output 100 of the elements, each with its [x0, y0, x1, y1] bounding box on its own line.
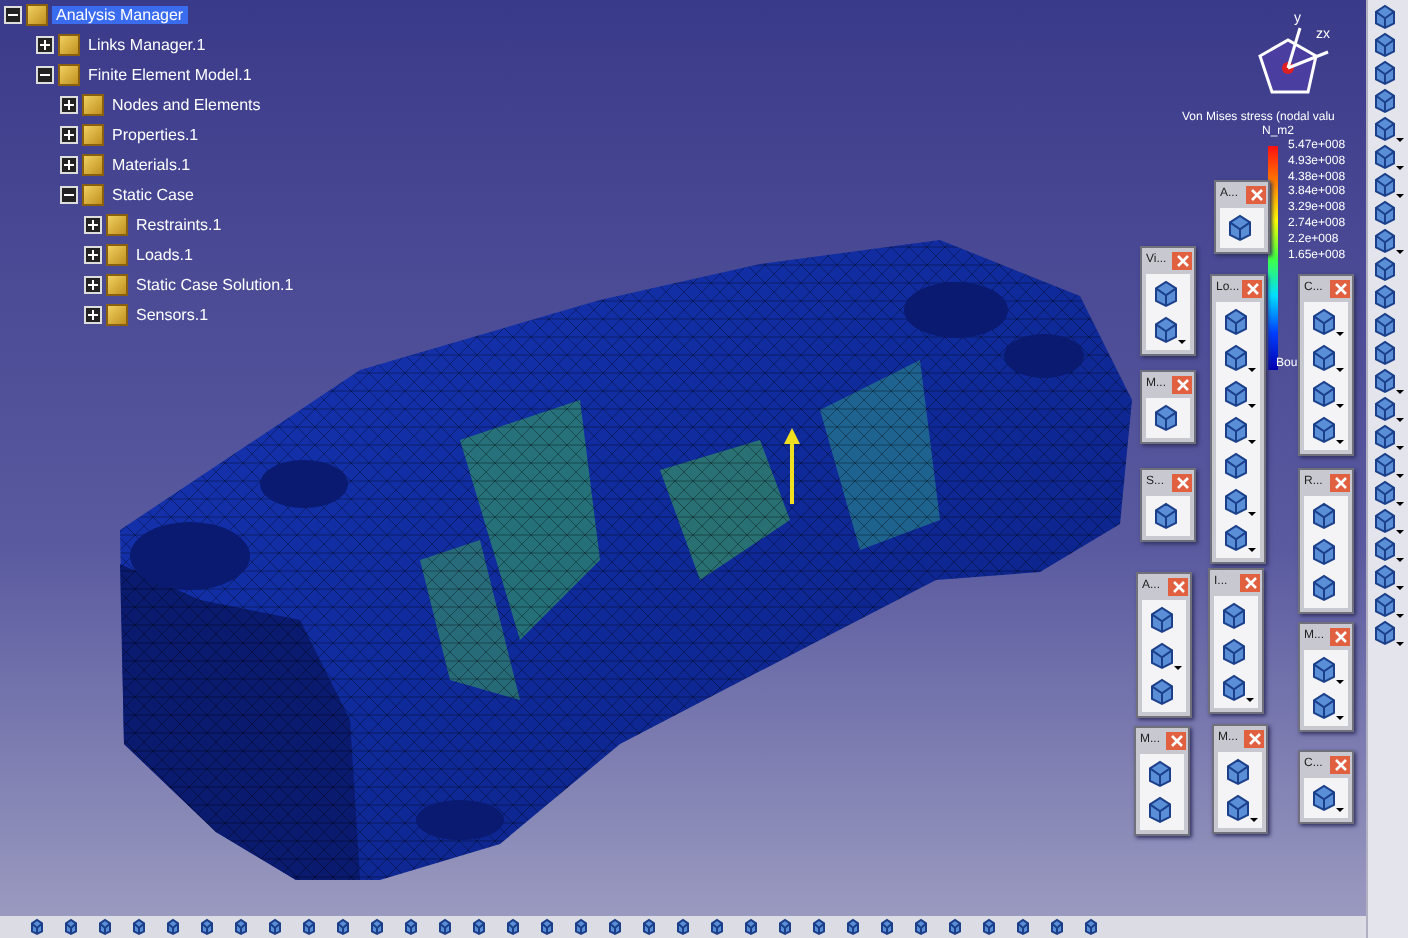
tool-button[interactable]	[1372, 144, 1404, 170]
tree-node-icon	[82, 154, 104, 176]
close-button[interactable]	[1330, 473, 1350, 491]
tool-button[interactable]	[1223, 794, 1257, 822]
expand-toggle[interactable]	[84, 216, 102, 234]
expand-toggle[interactable]	[36, 36, 54, 54]
close-button[interactable]	[1166, 731, 1186, 749]
tool-button[interactable]	[1221, 380, 1255, 408]
dropdown-arrow-icon	[1396, 586, 1404, 590]
tool-button[interactable]	[1372, 368, 1404, 394]
expand-toggle[interactable]	[60, 126, 78, 144]
collapse-toggle[interactable]	[36, 66, 54, 84]
dropdown-arrow-icon	[1335, 716, 1343, 720]
tree-item[interactable]: Static Case Solution.1	[132, 276, 298, 294]
close-button[interactable]	[1172, 375, 1192, 393]
tree-item[interactable]: Finite Element Model.1	[84, 66, 256, 84]
tool-button[interactable]	[1372, 564, 1404, 590]
tree-item[interactable]: Materials.1	[108, 156, 195, 174]
close-button[interactable]	[1168, 577, 1188, 595]
tool-button[interactable]	[1309, 380, 1343, 408]
collapse-toggle[interactable]	[4, 6, 22, 24]
tree-item[interactable]: Nodes and Elements	[108, 96, 265, 114]
dropdown-arrow-icon	[1247, 512, 1255, 516]
tool-button[interactable]	[1309, 308, 1343, 336]
tool-button[interactable]	[1372, 172, 1404, 198]
tool-button[interactable]	[1147, 642, 1181, 670]
tool-button[interactable]	[1309, 416, 1343, 444]
tool-button[interactable]	[1372, 536, 1404, 562]
tool-button[interactable]	[1221, 416, 1255, 444]
close-button[interactable]	[1240, 573, 1260, 591]
dropdown-arrow-icon	[1396, 474, 1404, 478]
cube-icon	[1223, 794, 1251, 822]
close-button[interactable]	[1242, 279, 1262, 297]
close-icon	[1333, 629, 1347, 643]
tool-button[interactable]	[1372, 480, 1404, 506]
cube-icon	[62, 918, 80, 936]
tree-item[interactable]: Properties.1	[108, 126, 203, 144]
tool-button[interactable]	[1309, 344, 1343, 372]
tool-button[interactable]	[1372, 116, 1404, 142]
tree-node-icon	[106, 304, 128, 326]
cube-icon	[810, 918, 828, 936]
close-button[interactable]	[1246, 185, 1266, 203]
tree-item[interactable]: Loads.1	[132, 246, 197, 264]
collapse-toggle[interactable]	[60, 186, 78, 204]
close-button[interactable]	[1172, 473, 1192, 491]
close-button[interactable]	[1330, 755, 1350, 773]
cube-icon	[28, 918, 46, 936]
close-button[interactable]	[1330, 627, 1350, 645]
tree-item[interactable]: Restraints.1	[132, 216, 226, 234]
cube-icon	[1309, 380, 1337, 408]
tool-button[interactable]	[1151, 316, 1185, 344]
cube-icon	[1309, 574, 1337, 602]
tool-button[interactable]	[1309, 784, 1343, 812]
tool-button[interactable]	[1309, 692, 1343, 720]
cube-icon	[1014, 918, 1032, 936]
expand-toggle[interactable]	[60, 156, 78, 174]
cube-icon	[198, 918, 216, 936]
tool-button[interactable]	[1372, 592, 1404, 618]
dropdown-arrow-icon	[1335, 368, 1343, 372]
close-button[interactable]	[1244, 729, 1264, 747]
tool-button[interactable]	[1221, 344, 1255, 372]
cube-icon	[1372, 480, 1398, 506]
cube-icon	[640, 918, 658, 936]
tool-button[interactable]	[1372, 620, 1404, 646]
dropdown-arrow-icon	[1335, 808, 1343, 812]
tool-button[interactable]	[1372, 396, 1404, 422]
cube-icon	[572, 918, 590, 936]
close-button[interactable]	[1330, 279, 1350, 297]
cube-icon	[1372, 368, 1398, 394]
close-icon	[1175, 377, 1189, 391]
close-button[interactable]	[1172, 251, 1192, 269]
tool-button[interactable]	[1372, 452, 1404, 478]
tool-button[interactable]	[1372, 228, 1404, 254]
cube-icon	[1221, 416, 1249, 444]
tree-item[interactable]: Analysis Manager	[52, 6, 188, 24]
cube-icon	[606, 918, 624, 936]
tree-item[interactable]: Sensors.1	[132, 306, 213, 324]
cube-icon	[1372, 312, 1398, 338]
expand-toggle[interactable]	[84, 276, 102, 294]
cube-icon	[1372, 60, 1398, 86]
cube-icon	[1372, 88, 1398, 114]
tool-button[interactable]	[1309, 656, 1343, 684]
cube-icon	[1372, 116, 1398, 142]
tool-button[interactable]	[1372, 508, 1404, 534]
tool-button[interactable]	[1219, 674, 1253, 702]
tree-item[interactable]: Static Case	[108, 186, 198, 204]
tool-button[interactable]	[1372, 424, 1404, 450]
tool-button[interactable]	[1221, 524, 1255, 552]
expand-toggle[interactable]	[84, 306, 102, 324]
tool-button[interactable]	[1221, 488, 1255, 516]
tree-item[interactable]: Links Manager.1	[84, 36, 210, 54]
cube-icon	[1372, 256, 1398, 282]
dropdown-arrow-icon	[1335, 680, 1343, 684]
cube-icon	[1219, 674, 1247, 702]
expand-toggle[interactable]	[84, 246, 102, 264]
cube-icon	[878, 918, 896, 936]
expand-toggle[interactable]	[60, 96, 78, 114]
close-icon	[1243, 575, 1257, 589]
cube-icon	[130, 918, 148, 936]
close-icon	[1247, 731, 1261, 745]
